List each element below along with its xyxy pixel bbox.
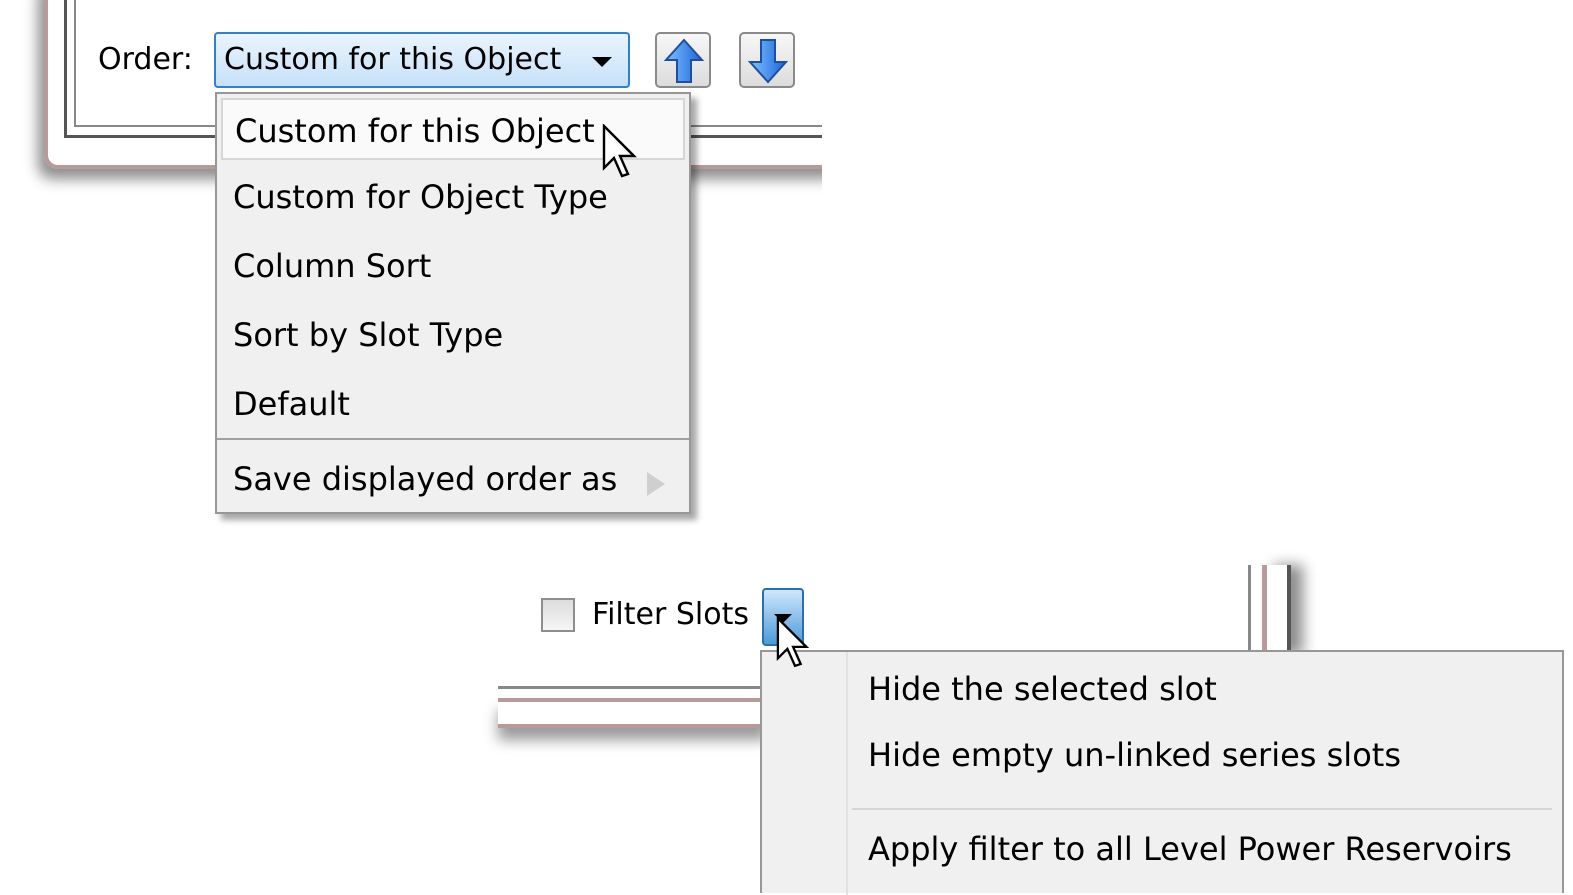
filter-slots-checkbox[interactable] <box>541 598 575 632</box>
menu-item-sort-slot-type[interactable]: Sort by Slot Type <box>217 304 689 366</box>
move-down-button[interactable] <box>739 32 795 88</box>
panel-frame-bottom-outer <box>498 698 768 728</box>
filter-context-menu: Hide the selected slot Hide empty un-lin… <box>760 650 1564 895</box>
chevron-down-icon <box>592 57 612 67</box>
menu-item-label: Custom for this Object <box>235 112 595 150</box>
menu-item-column-sort[interactable]: Column Sort <box>217 235 689 297</box>
menu-icon-gutter <box>846 652 848 895</box>
menu-separator <box>852 808 1552 810</box>
mouse-cursor-icon <box>602 124 637 178</box>
menu-item-hide-empty-unlinked[interactable]: Hide empty un-linked series slots <box>868 736 1401 774</box>
panel-frame-bottom-vertical-outer <box>1262 565 1291 655</box>
menu-item-label: Save displayed order as <box>233 460 618 498</box>
menu-item-hide-selected-slot[interactable]: Hide the selected slot <box>868 670 1217 708</box>
mouse-cursor-icon <box>776 616 810 668</box>
order-combobox-value: Custom for this Object <box>224 42 562 77</box>
panel-frame-bottom-inner <box>498 686 768 689</box>
order-combobox[interactable]: Custom for this Object <box>214 32 630 88</box>
menu-item-label: Custom for Object Type <box>233 178 608 216</box>
submenu-arrow-icon <box>647 472 665 496</box>
menu-item-label: Sort by Slot Type <box>233 316 504 354</box>
menu-item-label: Default <box>233 385 350 423</box>
move-up-button[interactable] <box>655 32 711 88</box>
menu-item-label: Column Sort <box>233 247 432 285</box>
panel-frame-bottom-vertical <box>1248 565 1251 655</box>
arrow-up-icon <box>663 38 705 83</box>
menu-item-apply-filter-all[interactable]: Apply filter to all Level Power Reservoi… <box>868 830 1512 868</box>
menu-item-save-order-as[interactable]: Save displayed order as <box>217 448 689 510</box>
filter-slots-label: Filter Slots <box>592 597 749 632</box>
arrow-down-icon <box>747 39 789 84</box>
menu-item-default[interactable]: Default <box>217 373 689 435</box>
menu-separator <box>217 438 689 440</box>
order-label: Order: <box>98 42 193 77</box>
panel-crop-mask <box>822 0 922 240</box>
